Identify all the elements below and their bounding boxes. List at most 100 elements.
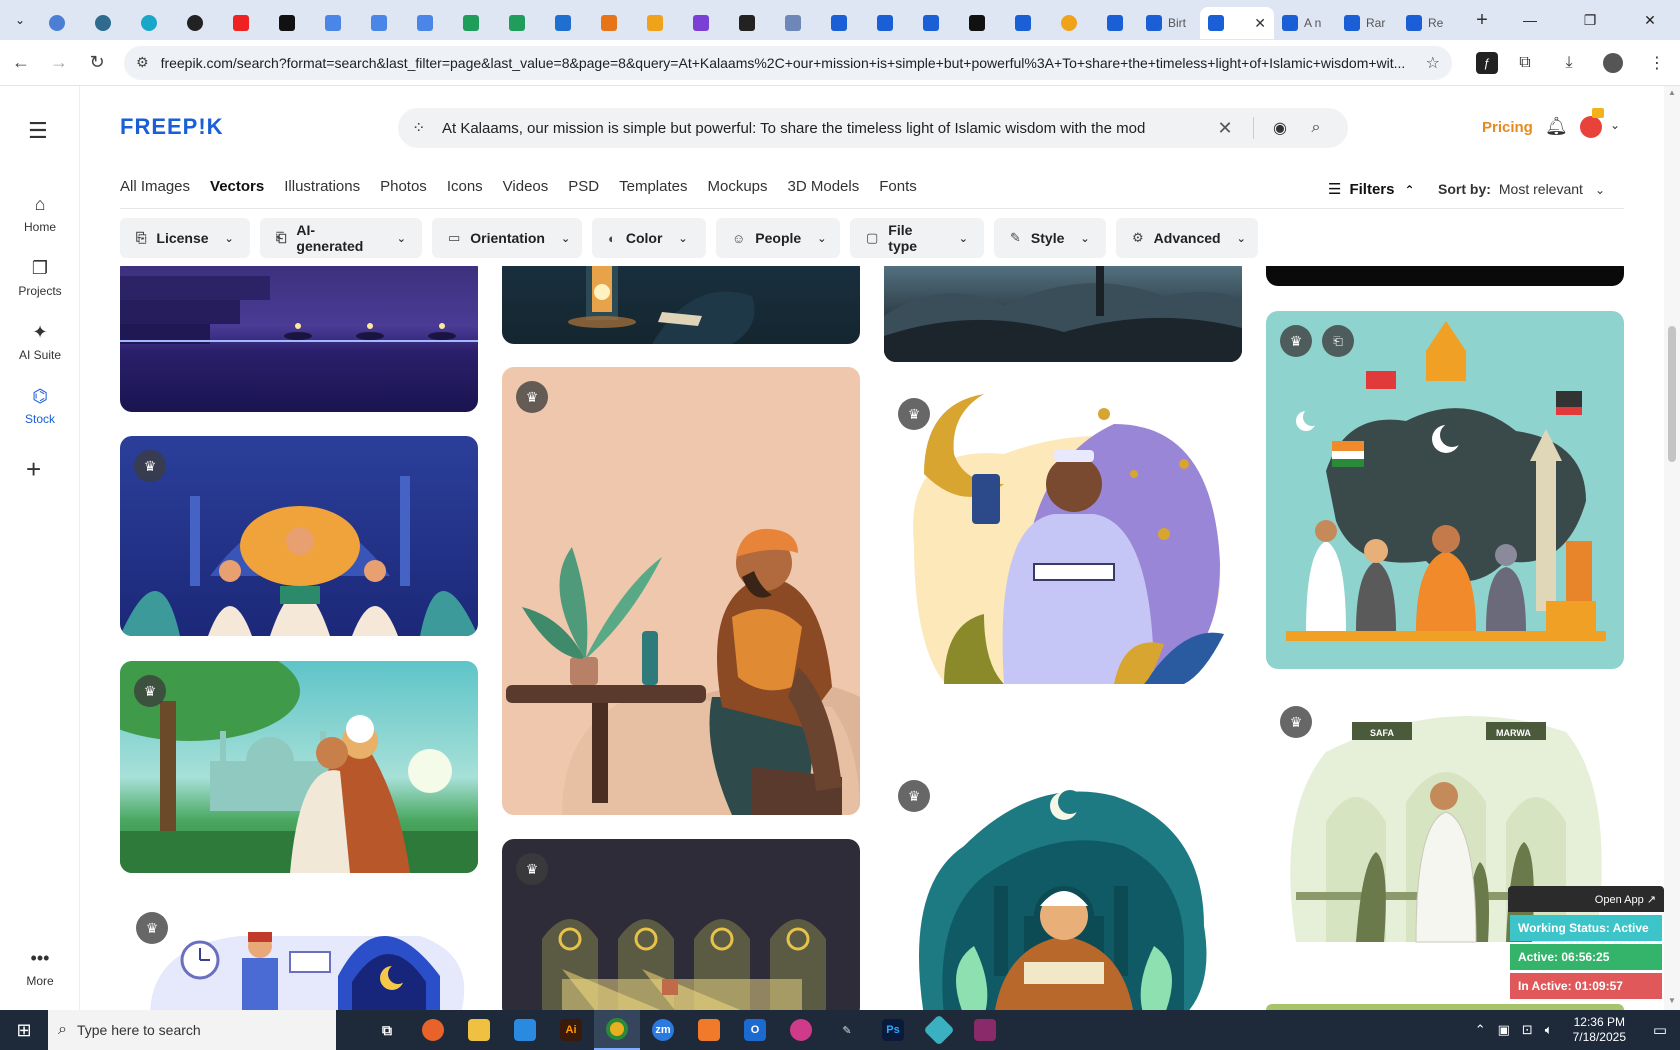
pinned-tab[interactable] (1092, 7, 1138, 39)
tab-icons[interactable]: Icons (447, 178, 483, 207)
back-icon[interactable]: ← (4, 46, 38, 80)
reload-icon[interactable]: ↻ (80, 46, 114, 80)
freepik-logo[interactable]: FREEP!K (120, 114, 224, 140)
pinned-tab[interactable] (632, 7, 678, 39)
bookmark-star-icon[interactable]: ☆ (1426, 53, 1440, 73)
style-filter[interactable]: ✎ Style ⌄ (994, 218, 1106, 258)
tab-photos[interactable]: Photos (380, 178, 427, 207)
page-scrollbar[interactable]: ▲ ▼ (1664, 86, 1680, 1010)
pinned-tab[interactable] (494, 7, 540, 39)
browser-tab[interactable]: A n (1274, 7, 1336, 39)
creative-cloud-icon[interactable] (778, 1010, 824, 1050)
tab-mockups[interactable]: Mockups (707, 178, 767, 207)
new-tab-button[interactable]: + (1468, 6, 1496, 34)
tab-vectors[interactable]: Vectors (210, 178, 264, 207)
camera-search-icon[interactable]: ◉ (1262, 118, 1298, 138)
app-icon[interactable] (916, 1010, 962, 1050)
site-info-icon[interactable]: ⚙ (136, 54, 149, 71)
task-view-icon[interactable]: ⧉ (364, 1010, 410, 1050)
clear-search-icon[interactable]: ✕ (1205, 118, 1245, 139)
image-card-arches-dark[interactable]: ♛ (502, 839, 860, 1010)
image-card-world-religions[interactable]: ♛ ⎗ (1266, 311, 1624, 669)
pinned-tab[interactable] (126, 7, 172, 39)
search-input[interactable] (442, 119, 1205, 137)
illustrator-icon[interactable]: Ai (548, 1010, 594, 1050)
pinned-tab[interactable] (448, 7, 494, 39)
volume-icon[interactable]: 🔈︎ (1545, 1022, 1553, 1038)
image-card-man-with-quran[interactable]: ♛ (884, 384, 1242, 684)
close-icon[interactable]: ✕ (1254, 15, 1266, 32)
pinned-tab[interactable] (908, 7, 954, 39)
pricing-link[interactable]: Pricing (1482, 119, 1533, 136)
browser-tab[interactable]: Re (1398, 7, 1460, 39)
people-filter[interactable]: ☺ People ⌄ (716, 218, 840, 258)
pinned-tab[interactable] (310, 7, 356, 39)
zoom-icon[interactable]: zm (640, 1010, 686, 1050)
tab-fonts[interactable]: Fonts (879, 178, 917, 207)
outlook-icon[interactable]: O (732, 1010, 778, 1050)
pinned-tab[interactable] (586, 7, 632, 39)
tab-psd[interactable]: PSD (568, 178, 599, 207)
pinned-tab[interactable] (678, 7, 724, 39)
license-filter[interactable]: ⎘ License ⌄ (120, 218, 250, 258)
pinned-tab[interactable] (34, 7, 80, 39)
rail-item-home[interactable]: ⌂ Home (0, 192, 80, 234)
pinned-tab[interactable] (770, 7, 816, 39)
image-card-diya-water[interactable] (120, 266, 478, 412)
windows-start-icon[interactable]: ⊞ (0, 1010, 48, 1050)
forward-icon[interactable]: → (42, 46, 76, 80)
file-explorer-icon[interactable] (456, 1010, 502, 1050)
pinned-tab[interactable] (264, 7, 310, 39)
image-card-mountain-silhouette[interactable] (884, 266, 1242, 362)
ai-search-icon[interactable]: ⁘ (412, 118, 442, 138)
taskbar-clock[interactable]: 12:36 PM 7/18/2025 (1573, 1015, 1626, 1045)
tab-illustrations[interactable]: Illustrations (284, 178, 360, 207)
user-avatar[interactable] (1580, 116, 1602, 138)
image-card-dark-top[interactable] (1266, 266, 1624, 286)
tab-search-menu-icon[interactable]: ⌄ (6, 6, 34, 34)
browser-menu-icon[interactable]: ⋮ (1640, 46, 1674, 80)
network-icon[interactable]: ⊡ (1522, 1022, 1533, 1038)
ai-generated-filter[interactable]: ⎗ AI-generated ⌄ (260, 218, 422, 258)
pinned-tab[interactable] (816, 7, 862, 39)
browser-tab-active[interactable]: ✕ (1200, 7, 1274, 39)
taskbar-search[interactable]: ⌕ Type here to search (48, 1010, 336, 1050)
sort-control[interactable]: Sort by: Most relevant ⌄ (1438, 181, 1605, 197)
pinned-tab[interactable] (218, 7, 264, 39)
pen-tool-icon[interactable]: ✎ (824, 1010, 870, 1050)
image-card-clock-window[interactable]: ♛ (120, 896, 478, 1010)
scrollbar-thumb[interactable] (1668, 326, 1676, 462)
image-card-man-with-plant[interactable]: ♛ (502, 367, 860, 815)
pinned-tab[interactable] (1000, 7, 1046, 39)
pinned-tab[interactable] (540, 7, 586, 39)
tray-chevron-icon[interactable]: ⌃ (1475, 1022, 1486, 1038)
pinned-tab[interactable] (724, 7, 770, 39)
hamburger-menu-icon[interactable]: ☰ (28, 118, 48, 144)
pinned-tab[interactable] (402, 7, 448, 39)
firefox-icon[interactable] (410, 1010, 456, 1050)
tab-videos[interactable]: Videos (503, 178, 549, 207)
image-card-reading-mosque-night[interactable]: ♛ (884, 766, 1242, 1010)
winrar-icon[interactable] (962, 1010, 1008, 1050)
scroll-down-icon[interactable]: ▼ (1668, 996, 1676, 1005)
notification-center-icon[interactable]: ▭ (1640, 1021, 1680, 1039)
notification-bell-icon[interactable]: 🔔︎ (1545, 116, 1568, 137)
file-type-filter[interactable]: ▢ File type ⌄ (850, 218, 984, 258)
vscode-icon[interactable] (502, 1010, 548, 1050)
image-card-family-reading[interactable]: ♛ (120, 436, 478, 636)
pinned-tab[interactable] (172, 7, 218, 39)
image-card-lantern-reader[interactable] (502, 266, 860, 344)
pinned-tab[interactable] (862, 7, 908, 39)
restore-icon[interactable]: ❐ (1560, 0, 1620, 40)
filters-button[interactable]: ☰ Filters ⌃ (1328, 180, 1415, 198)
profile-avatar[interactable] (1596, 46, 1630, 80)
download-icon[interactable]: ⤓ (1552, 46, 1586, 80)
close-window-icon[interactable]: ✕ (1620, 0, 1680, 40)
minimize-icon[interactable]: — (1500, 0, 1560, 40)
extension-icon[interactable]: ƒ (1476, 51, 1498, 74)
search-icon[interactable]: ⌕ (1298, 119, 1334, 137)
open-app-button[interactable]: Open App ↗ (1508, 886, 1664, 912)
advanced-filter[interactable]: ⚙ Advanced ⌄ (1116, 218, 1258, 258)
image-card-eid-hug[interactable]: ♛ (120, 661, 478, 873)
pinned-tab[interactable] (80, 7, 126, 39)
